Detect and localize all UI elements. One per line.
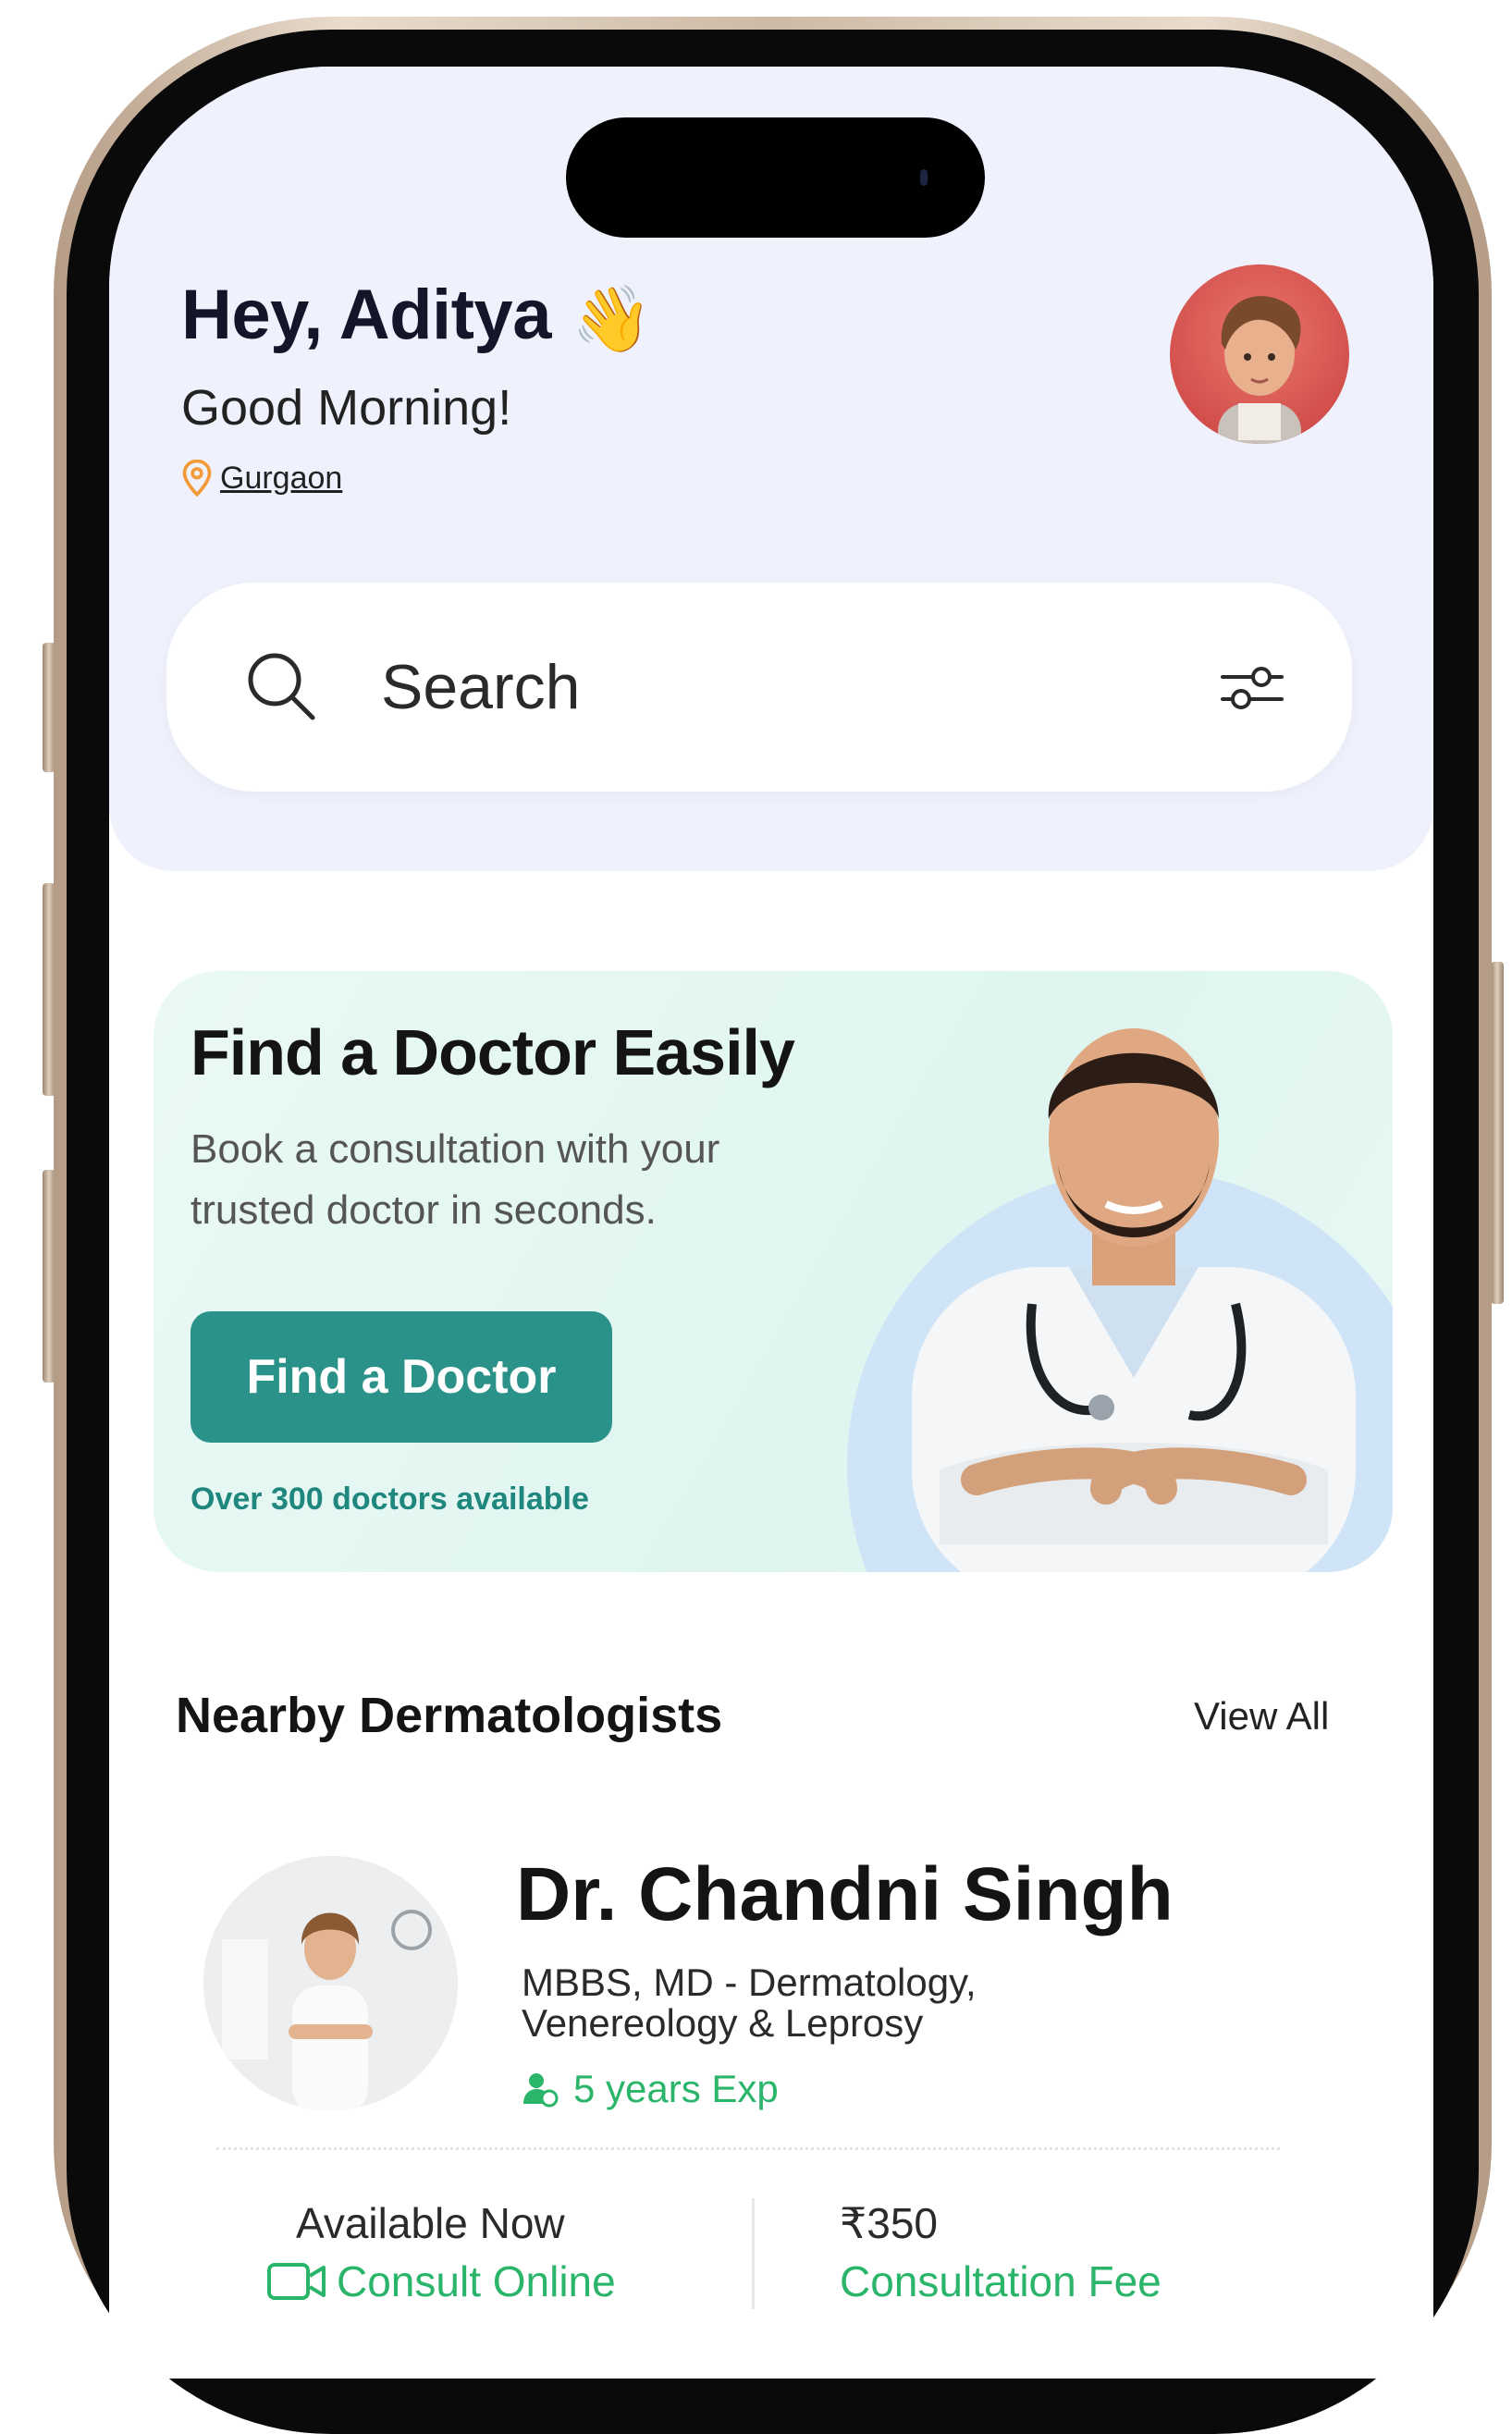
phone-screen: Hey, Aditya 👋 Good Morning! Gurgaon Searc… [109,67,1433,2379]
fee-value: ₹350 [840,2199,939,2247]
view-all-link[interactable]: View All [1194,1694,1329,1739]
greeting-subtitle: Good Morning! [181,380,512,436]
location-link[interactable]: Gurgaon [181,460,342,497]
user-avatar[interactable] [1170,264,1349,444]
user-avatar-illustration [1218,296,1301,444]
section-title: Nearby Dermatologists [176,1688,723,1743]
search-bar[interactable]: Search [166,583,1352,792]
filter-icon[interactable] [1219,662,1285,714]
doctor-photo-illustration [203,1856,458,2110]
card-divider [216,2147,1280,2150]
doctor-photo[interactable] [203,1856,458,2110]
search-input[interactable]: Search [381,651,580,723]
banner-subtitle: Book a consultation with your trusted do… [191,1126,720,1233]
location-pin-icon [182,460,212,497]
video-camera-icon [267,2263,326,2300]
doctor-illustration [912,1028,1356,1572]
power-button [1491,962,1504,1304]
experience-icon [523,2073,559,2108]
search-icon [248,653,315,720]
consult-online-text: Consult Online [337,2257,616,2305]
doctor-experience: 5 years Exp [522,2067,779,2111]
availability-label: Available Now [296,2199,565,2247]
location-text: Gurgaon [220,460,343,496]
camera-dot [920,169,928,186]
waving-hand-icon: 👋 [571,282,652,355]
banner-title: Find a Doctor Easily [191,1016,795,1088]
greeting-title: Hey, Aditya 👋 [181,275,652,358]
fee-label: Consultation Fee [840,2257,1162,2305]
consult-online-button[interactable]: Consult Online [266,2256,616,2306]
doctor-degree: MBBS, MD - Dermatology, Venereology & Le… [522,1961,977,2045]
dynamic-island [566,117,985,238]
find-doctor-button[interactable]: Find a Doctor [191,1311,612,1443]
find-doctor-banner: Find a Doctor Easily Book a consultation… [154,971,1393,1572]
doctor-name[interactable]: Dr. Chandni Singh [516,1851,1174,1938]
doctors-available-note: Over 300 doctors available [191,1481,589,1517]
experience-text: 5 years Exp [573,2067,779,2110]
greeting-text: Hey, Aditya [181,276,551,354]
card-vertical-divider [752,2198,755,2309]
